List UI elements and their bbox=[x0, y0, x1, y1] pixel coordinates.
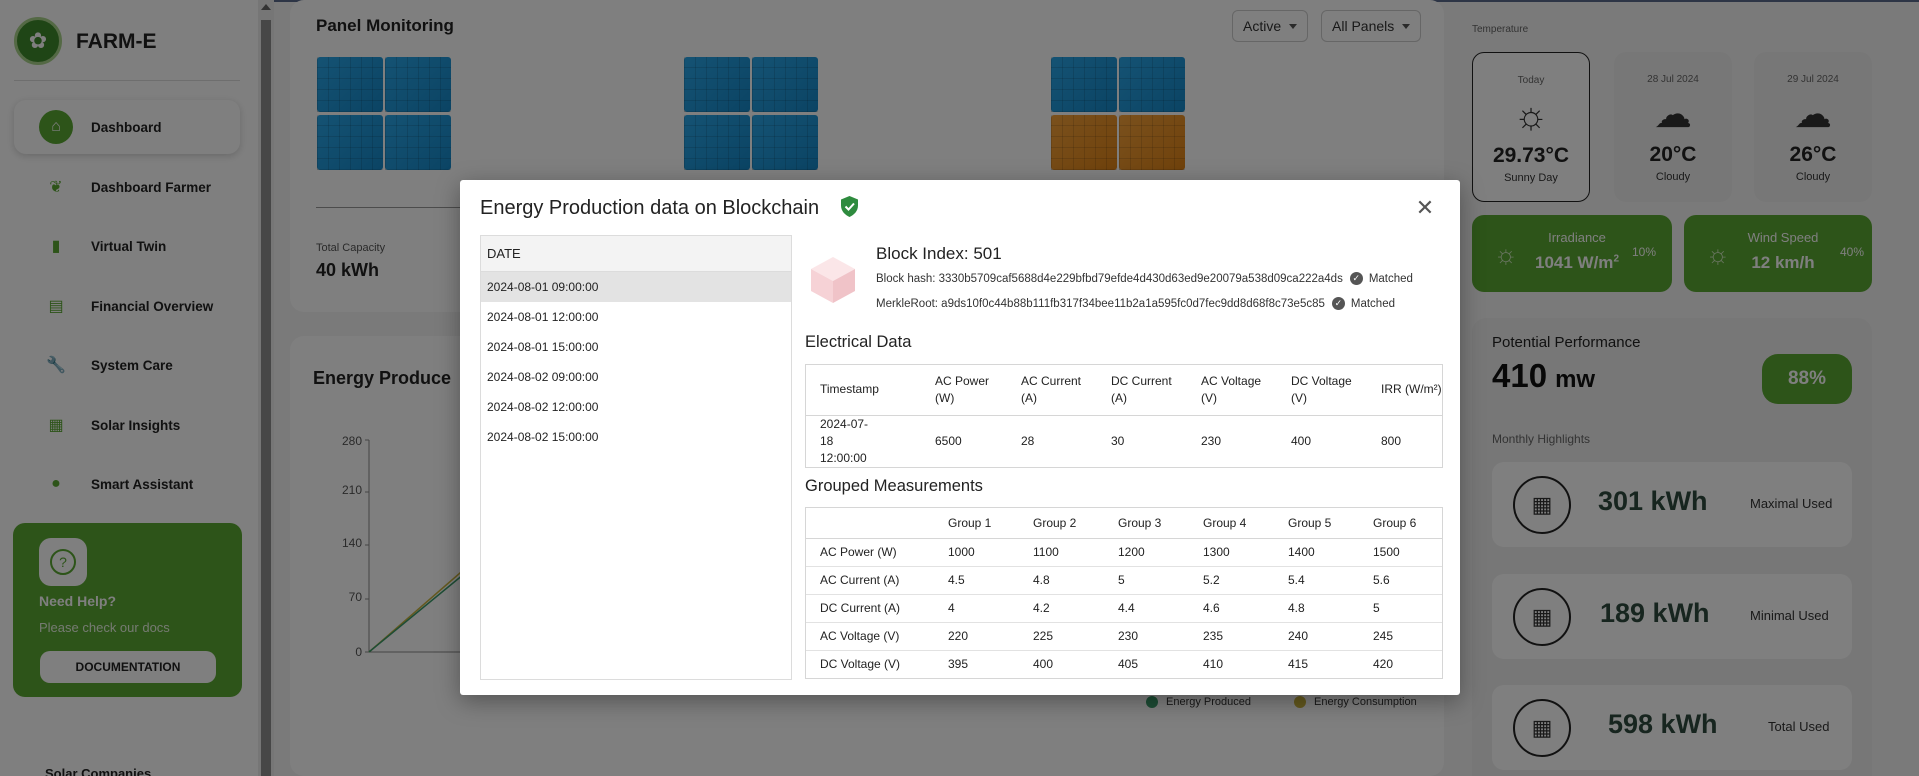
table-header-cell: Group 3 bbox=[1104, 508, 1189, 539]
date-row-selected[interactable]: 2024-08-01 09:00:00 bbox=[481, 272, 791, 302]
table-cell: 410 bbox=[1203, 657, 1224, 672]
grouped-measurements-table: Group 1 Group 2 Group 3 Group 4 Group 5 … bbox=[805, 507, 1443, 679]
table-header-cell: AC Power (W) bbox=[921, 365, 1007, 416]
table-header-cell: Group 6 bbox=[1359, 508, 1442, 539]
table-cell: 400 bbox=[1033, 657, 1054, 672]
check-circle-icon: ✓ bbox=[1331, 297, 1345, 310]
table-cell: 1200 bbox=[1104, 538, 1189, 567]
verified-shield-icon bbox=[841, 196, 858, 217]
table-cell: 4.8 bbox=[1274, 594, 1359, 623]
date-row[interactable]: 2024-08-01 15:00:00 bbox=[481, 332, 791, 362]
block-index: Block Index: 501 bbox=[876, 244, 1002, 263]
block-hash-line: Block hash: 3330b5709caf5688d4e229bfbd79… bbox=[876, 272, 1413, 285]
date-row[interactable]: 2024-08-01 12:00:00 bbox=[481, 302, 791, 332]
table-header-cell: Timestamp bbox=[806, 365, 921, 416]
table-cell: 420 bbox=[1373, 657, 1394, 672]
table-cell: 5.6 bbox=[1359, 566, 1442, 595]
table-header-cell bbox=[806, 508, 934, 539]
table-cell: 400 bbox=[1291, 433, 1312, 448]
table-cell: AC Power (W) bbox=[806, 538, 934, 567]
table-cell: 1100 bbox=[1019, 538, 1104, 567]
date-row[interactable]: 2024-08-02 09:00:00 bbox=[481, 362, 791, 392]
date-row[interactable]: 2024-08-02 12:00:00 bbox=[481, 392, 791, 422]
electrical-data-title: Electrical Data bbox=[805, 333, 912, 351]
block-cube-icon bbox=[811, 257, 855, 303]
grouped-measurements-title: Grouped Measurements bbox=[805, 477, 983, 495]
date-column-header: DATE bbox=[481, 236, 791, 272]
table-cell: 235 bbox=[1189, 622, 1274, 651]
table-header-cell: DC Voltage (V) bbox=[1277, 365, 1367, 416]
table-cell: 395 bbox=[948, 657, 969, 672]
table-cell: 4.4 bbox=[1104, 594, 1189, 623]
table-row: AC Voltage (V) 220 225 230 235 240 245 bbox=[806, 622, 1442, 651]
table-cell: 245 bbox=[1359, 622, 1442, 651]
table-cell: 4.2 bbox=[1019, 594, 1104, 623]
table-header-cell: IRR (W/m²) bbox=[1367, 365, 1442, 416]
table-header-cell: Group 1 bbox=[934, 508, 1019, 539]
table-cell: 800 bbox=[1381, 433, 1402, 448]
table-cell: 225 bbox=[1019, 622, 1104, 651]
table-row: AC Power (W) 1000 1100 1200 1300 1400 15… bbox=[806, 538, 1442, 567]
modal-title: Energy Production data on Blockchain bbox=[480, 197, 820, 219]
table-row: 2024-07-18 12:00:00 6500 28 30 230 400 8… bbox=[806, 415, 1442, 467]
table-cell: 230 bbox=[1104, 622, 1189, 651]
table-cell: 5.2 bbox=[1189, 566, 1274, 595]
date-list: DATE 2024-08-01 09:00:00 2024-08-01 12:0… bbox=[480, 235, 792, 680]
table-cell: 4.6 bbox=[1189, 594, 1274, 623]
table-cell: 6500 bbox=[935, 433, 962, 448]
table-cell: DC Voltage (V) bbox=[820, 657, 901, 672]
table-cell: AC Voltage (V) bbox=[806, 622, 934, 651]
table-cell: DC Current (A) bbox=[806, 594, 934, 623]
table-cell: 5.4 bbox=[1274, 566, 1359, 595]
block-hash: Block hash: 3330b5709caf5688d4e229bfbd79… bbox=[876, 272, 1343, 285]
table-cell: AC Current (A) bbox=[806, 566, 934, 595]
matched-label: Matched bbox=[1350, 297, 1395, 310]
table-header-row: Timestamp AC Power (W) AC Current (A) DC… bbox=[806, 365, 1442, 416]
table-row: DC Voltage (V) 395 400 405 410 415 420 bbox=[806, 650, 1442, 678]
table-cell: 28 bbox=[1021, 433, 1035, 448]
blockchain-modal: Energy Production data on Blockchain ✕ D… bbox=[460, 180, 1460, 695]
table-cell: 5 bbox=[1104, 566, 1189, 595]
table-cell: 1400 bbox=[1274, 538, 1359, 567]
table-row: AC Current (A) 4.5 4.8 5 5.2 5.4 5.6 bbox=[806, 566, 1442, 595]
table-cell: 220 bbox=[934, 622, 1019, 651]
electrical-data-table: Timestamp AC Power (W) AC Current (A) DC… bbox=[805, 364, 1443, 468]
table-header-cell: Group 5 bbox=[1274, 508, 1359, 539]
table-cell: 230 bbox=[1201, 433, 1222, 448]
close-icon[interactable]: ✕ bbox=[1414, 197, 1436, 219]
table-header-cell: AC Voltage (V) bbox=[1187, 365, 1277, 416]
table-cell: 4.5 bbox=[934, 566, 1019, 595]
table-header-cell: Group 4 bbox=[1189, 508, 1274, 539]
merkle-root-line: MerkleRoot: a9ds10f0c44b88b111fb317f34be… bbox=[876, 297, 1395, 310]
table-cell: 2024-07-18 12:00:00 bbox=[820, 416, 869, 465]
table-cell: 240 bbox=[1274, 622, 1359, 651]
table-cell: 405 bbox=[1118, 657, 1139, 672]
table-header-cell: DC Current (A) bbox=[1097, 365, 1187, 416]
table-row: DC Current (A) 4 4.2 4.4 4.6 4.8 5 bbox=[806, 594, 1442, 623]
table-header-row: Group 1 Group 2 Group 3 Group 4 Group 5 … bbox=[806, 508, 1442, 539]
table-cell: 5 bbox=[1359, 594, 1442, 623]
table-cell: 4 bbox=[934, 594, 1019, 623]
table-cell: 1300 bbox=[1189, 538, 1274, 567]
table-header-cell: AC Current (A) bbox=[1007, 365, 1097, 416]
table-cell: 4.8 bbox=[1019, 566, 1104, 595]
table-cell: 30 bbox=[1111, 433, 1125, 448]
date-row[interactable]: 2024-08-02 15:00:00 bbox=[481, 422, 791, 452]
matched-label: Matched bbox=[1368, 272, 1413, 285]
table-cell: 1500 bbox=[1359, 538, 1442, 567]
table-cell: 1000 bbox=[934, 538, 1019, 567]
merkle-root: MerkleRoot: a9ds10f0c44b88b111fb317f34be… bbox=[876, 297, 1325, 310]
check-circle-icon: ✓ bbox=[1349, 272, 1363, 285]
table-header-cell: Group 2 bbox=[1019, 508, 1104, 539]
table-cell: 415 bbox=[1288, 657, 1309, 672]
